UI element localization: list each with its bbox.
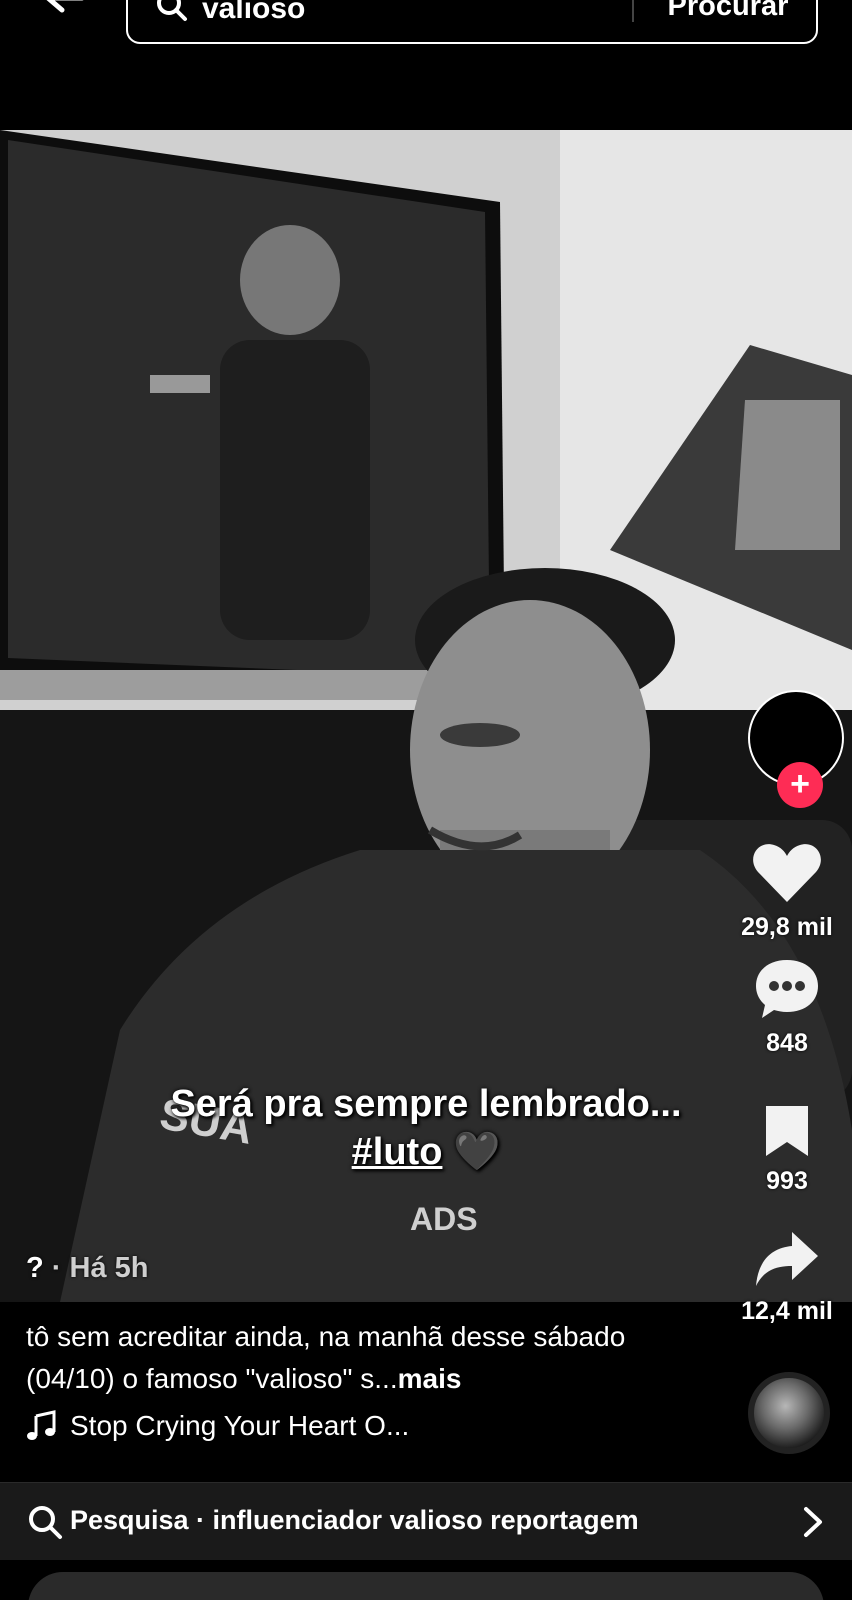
svg-text:ADS: ADS	[410, 1201, 478, 1237]
music-disc-avatar[interactable]	[748, 1372, 830, 1454]
bookmark-icon	[766, 1106, 808, 1156]
comment-count: 848	[766, 1029, 808, 1057]
search-submit-button[interactable]: Procurar	[648, 0, 808, 23]
chevron-right-icon	[804, 1507, 822, 1537]
search-divider	[632, 0, 634, 22]
like-button[interactable]: 29,8 mil	[722, 842, 852, 942]
share-count: 12,4 mil	[741, 1297, 833, 1325]
comment-button[interactable]: 848	[722, 958, 852, 1058]
post-meta: ? · Há 5h	[26, 1252, 148, 1285]
overlay-hashtag[interactable]: #luto	[352, 1131, 443, 1173]
music-note-icon	[27, 1410, 56, 1440]
related-search-bar[interactable]: Pesquisa · influenciador valioso reporta…	[0, 1482, 852, 1560]
like-count: 29,8 mil	[741, 913, 833, 941]
save-count: 993	[766, 1167, 808, 1195]
related-search-label: Pesquisa · influenciador valioso reporta…	[70, 1505, 639, 1535]
follow-button[interactable]: +	[777, 762, 823, 808]
comment-icon	[756, 960, 818, 1018]
top-search-bar: valioso Procurar	[0, 0, 852, 130]
black-heart-emoji: 🖤	[453, 1131, 501, 1173]
music-info[interactable]: Stop Crying Your Heart O...	[26, 1410, 409, 1442]
description-text: tô sem acreditar ainda, na manhã desse s…	[26, 1321, 626, 1394]
more-link[interactable]: mais	[398, 1363, 462, 1394]
share-button[interactable]: 12,4 mil	[722, 1230, 852, 1326]
post-description[interactable]: tô sem acreditar ainda, na manhã desse s…	[26, 1316, 706, 1400]
share-icon	[756, 1232, 818, 1286]
music-title: Stop Crying Your Heart O...	[70, 1410, 410, 1441]
author-handle[interactable]: ?	[26, 1252, 44, 1284]
search-input[interactable]: valioso Procurar	[126, 0, 818, 44]
comment-input-bar[interactable]	[28, 1572, 824, 1600]
post-time: · Há 5h	[51, 1252, 149, 1284]
search-query: valioso	[202, 0, 306, 25]
save-button[interactable]: 993	[722, 1102, 852, 1196]
back-arrow-icon[interactable]	[38, 0, 98, 26]
heart-icon	[753, 844, 821, 902]
search-icon	[157, 0, 187, 21]
search-icon	[29, 1506, 62, 1539]
